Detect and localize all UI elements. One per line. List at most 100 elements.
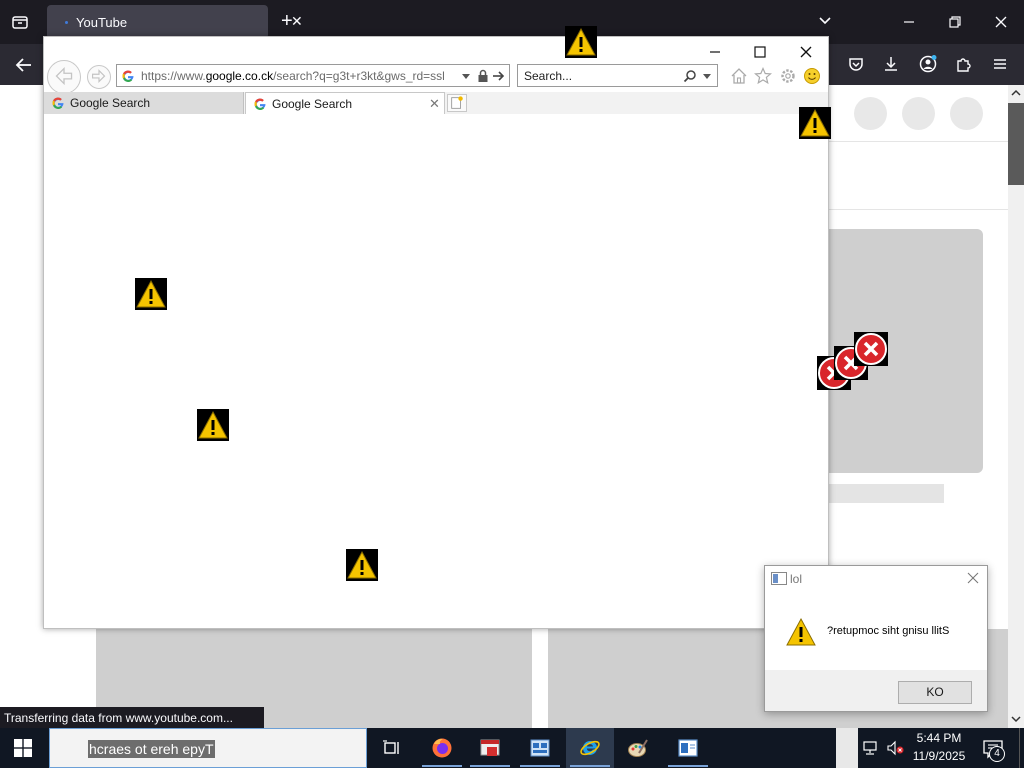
running-indicator bbox=[470, 765, 510, 767]
back-button[interactable] bbox=[47, 60, 81, 94]
scrollbar-thumb[interactable] bbox=[1008, 103, 1024, 185]
internet-explorer-icon bbox=[580, 740, 600, 756]
back-arrow-icon bbox=[55, 66, 73, 86]
url-text[interactable]: https://www.google.co.ck/search?q=g3t+r3… bbox=[141, 69, 453, 83]
status-bar-text: Transferring data from www.youtube.com..… bbox=[0, 707, 264, 728]
task-view-button[interactable] bbox=[368, 728, 416, 768]
clock-time[interactable]: 5:44 PM bbox=[906, 731, 972, 745]
warning-icon bbox=[346, 549, 378, 581]
taskbar-message-box-app[interactable] bbox=[664, 728, 712, 768]
scroll-up-icon[interactable] bbox=[1010, 88, 1022, 98]
google-icon bbox=[122, 70, 134, 83]
google-icon bbox=[52, 97, 64, 110]
download-icon[interactable] bbox=[881, 54, 901, 74]
minimize-icon[interactable] bbox=[899, 12, 919, 32]
taskbar-internet-explorer[interactable] bbox=[566, 728, 614, 768]
taskbar-paint[interactable] bbox=[614, 728, 662, 768]
warning-icon bbox=[135, 278, 167, 310]
dialog-title: lol bbox=[790, 572, 803, 586]
ok-button[interactable]: KO bbox=[898, 681, 972, 704]
application-icon bbox=[480, 739, 500, 756]
scroll-down-icon[interactable] bbox=[1010, 714, 1022, 724]
tab-youtube[interactable]: YouTube ✕ bbox=[47, 5, 303, 39]
volume-muted-icon[interactable] bbox=[886, 740, 904, 756]
new-tab-icon bbox=[451, 96, 463, 109]
minimize-icon[interactable] bbox=[706, 43, 724, 61]
clock-date[interactable]: 11/9/2025 bbox=[906, 749, 972, 763]
ie-tab-row: Google Search Google Search ✕ bbox=[44, 92, 828, 114]
tray-overflow-area[interactable] bbox=[836, 728, 858, 768]
back-arrow-icon[interactable] bbox=[13, 54, 35, 76]
gear-icon[interactable] bbox=[779, 67, 797, 85]
forward-button[interactable] bbox=[87, 65, 111, 89]
show-desktop-button[interactable] bbox=[1019, 728, 1024, 768]
smiley-feedback-icon[interactable] bbox=[803, 67, 821, 85]
google-icon bbox=[254, 98, 266, 111]
list-all-tabs-icon[interactable] bbox=[10, 12, 30, 32]
skeleton-text-line bbox=[818, 484, 944, 503]
close-icon[interactable] bbox=[966, 571, 980, 585]
new-tab-button[interactable]: + bbox=[281, 11, 293, 31]
taskbar-search-box[interactable]: hcraes ot ereh epyT bbox=[49, 728, 367, 768]
warning-icon bbox=[799, 107, 831, 139]
taskbar-firefox[interactable] bbox=[418, 728, 466, 768]
notification-count-badge: 4 bbox=[989, 746, 1005, 762]
dropdown-arrow-icon[interactable] bbox=[702, 72, 712, 80]
tab-google-search[interactable]: Google Search bbox=[44, 92, 244, 114]
forward-arrow-icon bbox=[91, 69, 106, 84]
window-app-icon bbox=[771, 572, 787, 585]
warning-icon bbox=[197, 409, 229, 441]
new-tab-button[interactable] bbox=[447, 94, 467, 112]
home-icon[interactable] bbox=[730, 67, 748, 85]
taskbar-app-red[interactable] bbox=[466, 728, 514, 768]
firefox-icon bbox=[432, 738, 452, 758]
divider bbox=[829, 209, 1008, 210]
close-icon[interactable] bbox=[991, 12, 1011, 32]
skeleton-avatar bbox=[854, 97, 887, 130]
lock-icon[interactable] bbox=[477, 69, 489, 83]
dialog-message: ?retupmoc siht gnisu llitS bbox=[827, 625, 950, 637]
tab-google-search-active[interactable]: Google Search ✕ bbox=[245, 92, 445, 114]
message-box-dialog: lol ?retupmoc siht gnisu llitS KO bbox=[764, 565, 988, 712]
skeleton-avatar bbox=[950, 97, 983, 130]
windows-start-icon[interactable] bbox=[14, 739, 32, 757]
taskbar-search-input[interactable]: hcraes ot ereh epyT bbox=[88, 740, 215, 758]
network-icon[interactable] bbox=[862, 740, 880, 756]
restore-icon[interactable] bbox=[945, 12, 965, 32]
dropdown-arrow-icon[interactable] bbox=[461, 72, 471, 80]
tab-loading-dot bbox=[65, 21, 68, 24]
account-icon[interactable] bbox=[918, 54, 938, 74]
search-icon[interactable] bbox=[683, 69, 697, 83]
taskbar-app-blue[interactable] bbox=[516, 728, 564, 768]
taskbar: hcraes ot ereh epyT 5:44 PM 11/9/2025 4 bbox=[0, 728, 1024, 768]
url-prefix: https://www. bbox=[141, 69, 206, 83]
divider bbox=[829, 141, 1008, 142]
window-app-icon bbox=[678, 739, 698, 757]
favorites-star-icon[interactable] bbox=[754, 67, 772, 85]
chevron-down-icon[interactable] bbox=[817, 13, 833, 29]
search-input[interactable]: Search... bbox=[524, 69, 572, 83]
tab-label: Google Search bbox=[272, 97, 353, 111]
hamburger-menu-icon[interactable] bbox=[990, 54, 1010, 74]
running-indicator bbox=[668, 765, 708, 767]
dialog-footer: KO bbox=[765, 670, 987, 711]
internet-explorer-window: https://www.google.co.ck/search?q=g3t+r3… bbox=[43, 36, 829, 629]
error-icon bbox=[854, 332, 888, 366]
close-icon[interactable] bbox=[797, 43, 815, 61]
pocket-icon[interactable] bbox=[846, 54, 866, 74]
maximize-icon[interactable] bbox=[751, 43, 769, 61]
tab-close-icon[interactable]: ✕ bbox=[429, 96, 440, 112]
running-indicator bbox=[570, 765, 610, 767]
url-host: google.co.ck bbox=[205, 69, 274, 83]
application-icon bbox=[530, 739, 550, 757]
search-box[interactable]: Search... bbox=[517, 64, 718, 87]
tab-close-icon[interactable]: ✕ bbox=[291, 13, 303, 30]
skeleton-avatar bbox=[902, 97, 935, 130]
paint-palette-icon bbox=[628, 739, 648, 757]
address-bar[interactable]: https://www.google.co.ck/search?q=g3t+r3… bbox=[116, 64, 510, 87]
tab-label: Google Search bbox=[70, 96, 151, 110]
go-arrow-icon[interactable] bbox=[491, 69, 505, 83]
running-indicator bbox=[520, 765, 560, 767]
extensions-icon[interactable] bbox=[954, 54, 974, 74]
running-indicator bbox=[422, 765, 462, 767]
